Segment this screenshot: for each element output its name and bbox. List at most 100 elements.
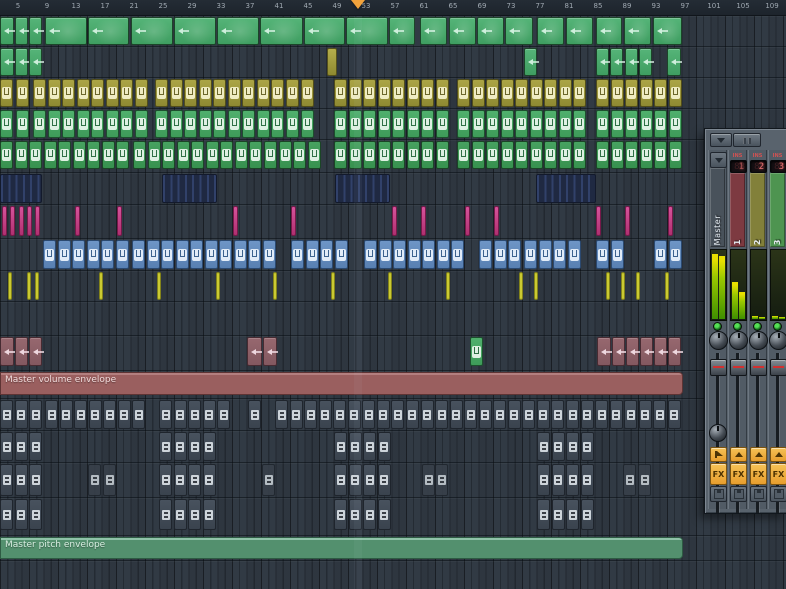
pattern-clip-cell[interactable] xyxy=(457,79,470,107)
mixer-strip-3[interactable]: INS8833FX xyxy=(768,150,786,509)
pattern-clip-cell[interactable] xyxy=(581,499,594,530)
audio-clip-green[interactable] xyxy=(610,48,623,76)
pattern-clip-cell[interactable] xyxy=(551,400,564,429)
pattern-clip-cell[interactable] xyxy=(308,141,321,169)
pattern-clip-cell[interactable] xyxy=(291,240,304,269)
audio-clip-green[interactable] xyxy=(217,17,259,45)
pattern-clip-cell[interactable] xyxy=(596,240,609,269)
audio-clip-green[interactable] xyxy=(15,17,28,45)
pattern-clip-cell[interactable] xyxy=(62,79,75,107)
pattern-clip-cell[interactable] xyxy=(501,141,514,169)
pattern-clip-cell[interactable] xyxy=(60,400,73,429)
pattern-clip-cell[interactable] xyxy=(457,110,470,138)
volume-fader[interactable] xyxy=(710,359,727,376)
audio-clip-green[interactable] xyxy=(537,17,564,45)
pattern-clip-cell[interactable] xyxy=(393,240,406,269)
audio-clip-pink[interactable] xyxy=(263,337,277,366)
pattern-clip-cell[interactable] xyxy=(301,79,314,107)
pattern-clip-cell[interactable] xyxy=(174,400,187,429)
automation-bar-magenta[interactable] xyxy=(465,206,470,236)
pattern-clip-cell[interactable] xyxy=(566,464,579,496)
master-volume-envelope-clip[interactable]: Master volume envelope xyxy=(0,372,683,395)
pattern-clip-cell[interactable] xyxy=(184,79,197,107)
pattern-clip-cell[interactable] xyxy=(74,400,87,429)
pattern-clip-cell[interactable] xyxy=(89,400,102,429)
audio-clip-green[interactable] xyxy=(639,48,652,76)
pattern-clip-cell[interactable] xyxy=(472,79,485,107)
audio-clip-green[interactable] xyxy=(653,17,682,45)
pattern-clip-cell[interactable] xyxy=(29,464,42,496)
pattern-clip-cell[interactable] xyxy=(407,79,420,107)
pattern-clip-cell[interactable] xyxy=(116,240,129,269)
audio-clip-green[interactable] xyxy=(477,17,504,45)
pattern-clip-cell[interactable] xyxy=(378,141,391,169)
track-7[interactable] xyxy=(0,204,786,238)
pattern-clip-cell[interactable] xyxy=(213,110,226,138)
track-2[interactable] xyxy=(0,46,786,78)
pattern-clip-cell[interactable] xyxy=(421,141,434,169)
pattern-clip-navy[interactable] xyxy=(162,174,217,203)
pattern-clip-cell[interactable] xyxy=(228,79,241,107)
audio-clip-green[interactable] xyxy=(596,48,609,76)
automation-bar-magenta[interactable] xyxy=(668,206,673,236)
pattern-clip-cell[interactable] xyxy=(0,400,13,429)
pan-knob[interactable] xyxy=(749,331,768,350)
pattern-clip-cell[interactable] xyxy=(421,79,434,107)
pattern-clip-cell[interactable] xyxy=(334,499,347,530)
pattern-clip-cell[interactable] xyxy=(486,141,499,169)
track-18[interactable] xyxy=(0,560,786,589)
pattern-clip-cell[interactable] xyxy=(0,499,13,530)
pattern-clip-cell[interactable] xyxy=(566,400,579,429)
audio-clip-pink[interactable] xyxy=(668,337,681,366)
track-8[interactable] xyxy=(0,238,786,271)
automation-bar-yellow[interactable] xyxy=(35,272,39,300)
automation-bar-yellow[interactable] xyxy=(157,272,161,300)
automation-bar-magenta[interactable] xyxy=(233,206,238,236)
pattern-clip-cell[interactable] xyxy=(199,110,212,138)
audio-clip-green[interactable] xyxy=(667,48,681,76)
automation-bar-magenta[interactable] xyxy=(75,206,80,236)
audio-clip-green[interactable] xyxy=(505,17,533,45)
pattern-clip-cell[interactable] xyxy=(625,141,638,169)
pattern-clip-cell[interactable] xyxy=(319,400,332,429)
pattern-clip-cell[interactable] xyxy=(135,110,148,138)
pattern-clip-cell[interactable] xyxy=(378,110,391,138)
record-led[interactable] xyxy=(770,322,785,329)
pattern-clip-cell[interactable] xyxy=(611,110,624,138)
master-select-button[interactable] xyxy=(710,152,727,168)
pattern-clip-cell[interactable] xyxy=(333,400,346,429)
pattern-clip-cell[interactable] xyxy=(72,240,85,269)
pattern-clip-cell[interactable] xyxy=(220,141,233,169)
pattern-clip-cell[interactable] xyxy=(552,499,565,530)
pattern-clip-cell[interactable] xyxy=(566,432,579,461)
track-15[interactable] xyxy=(0,462,786,498)
pattern-clip-cell[interactable] xyxy=(581,464,594,496)
pattern-clip-cell[interactable] xyxy=(334,79,347,107)
pattern-clip-cell[interactable] xyxy=(378,432,391,461)
pattern-clip-cell[interactable] xyxy=(106,110,119,138)
pattern-clip-cell[interactable] xyxy=(161,240,174,269)
pattern-clip-cell[interactable] xyxy=(334,464,347,496)
mixer-strip-1[interactable]: INS8811FX xyxy=(728,150,747,509)
pattern-clip-cell[interactable] xyxy=(450,400,463,429)
pattern-clip-cell[interactable] xyxy=(77,79,90,107)
pattern-clip-cell[interactable] xyxy=(669,141,682,169)
pattern-clip-cell[interactable] xyxy=(407,110,420,138)
pattern-clip-cell[interactable] xyxy=(249,141,262,169)
audio-clip-green[interactable] xyxy=(0,48,14,76)
pattern-clip-cell[interactable] xyxy=(62,110,75,138)
automation-bar-yellow[interactable] xyxy=(8,272,12,300)
playhead-marker[interactable] xyxy=(351,0,365,9)
pattern-clip-cell[interactable] xyxy=(306,240,319,269)
pattern-clip-cell[interactable] xyxy=(544,141,557,169)
audio-clip-green[interactable] xyxy=(260,17,303,45)
pattern-clip-cell[interactable] xyxy=(257,110,270,138)
pattern-clip-cell[interactable] xyxy=(290,400,303,429)
pattern-clip-cell[interactable] xyxy=(29,141,42,169)
automation-bar-yellow[interactable] xyxy=(534,272,538,300)
pattern-clip-cell[interactable] xyxy=(48,79,61,107)
pattern-clip-cell[interactable] xyxy=(530,110,543,138)
pattern-clip-cell[interactable] xyxy=(203,464,216,496)
pattern-clip-cell[interactable] xyxy=(159,432,172,461)
audio-clip-green[interactable] xyxy=(346,17,388,45)
